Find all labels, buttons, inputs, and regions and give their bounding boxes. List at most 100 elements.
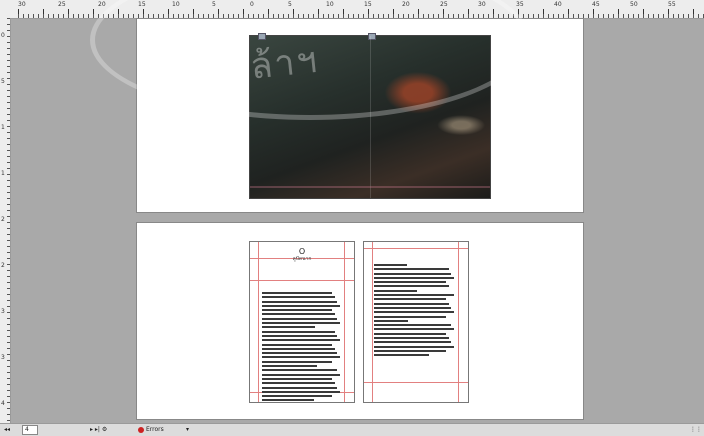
ruler-label: 35 bbox=[516, 1, 524, 8]
text-line bbox=[374, 319, 408, 322]
text-line bbox=[374, 268, 449, 271]
text-line bbox=[374, 298, 447, 301]
ruler-label: 55 bbox=[668, 1, 676, 8]
text-line bbox=[374, 341, 452, 344]
ruler-label: 45 bbox=[592, 1, 600, 8]
text-line bbox=[374, 337, 449, 340]
margin-guide bbox=[364, 382, 468, 383]
text-line bbox=[262, 330, 335, 333]
ruler-label: 40 bbox=[554, 1, 562, 8]
text-line bbox=[374, 324, 452, 327]
text-line bbox=[374, 354, 429, 357]
page-number-field[interactable]: 4 bbox=[22, 425, 38, 435]
cover-image[interactable] bbox=[249, 33, 491, 199]
text-line bbox=[374, 281, 447, 284]
spine-fold bbox=[370, 36, 371, 198]
spread-cover[interactable] bbox=[136, 18, 584, 213]
text-line bbox=[374, 315, 447, 318]
text-frame[interactable] bbox=[262, 292, 342, 404]
text-line bbox=[374, 289, 417, 292]
chapter-title: ลูปัดนาก bbox=[292, 256, 312, 262]
text-line bbox=[262, 377, 333, 380]
text-line bbox=[262, 390, 340, 393]
text-line bbox=[374, 345, 454, 348]
preflight-status[interactable]: Errors bbox=[138, 426, 164, 434]
ruler-label: 2 bbox=[1, 262, 5, 269]
text-line bbox=[374, 328, 454, 331]
spread-text[interactable]: O ลูปัดนาก bbox=[136, 222, 584, 420]
text-line bbox=[262, 322, 340, 325]
text-line bbox=[374, 332, 447, 335]
text-line bbox=[262, 304, 340, 307]
status-bar: ◂◂ 4 ▸ ▸| ⚙ Errors ▾ ⋮⋮ bbox=[0, 423, 704, 436]
text-line bbox=[374, 349, 447, 352]
ruler-label: 4 bbox=[1, 400, 5, 407]
margin-guide bbox=[258, 242, 259, 402]
text-line bbox=[262, 292, 333, 294]
text-line bbox=[262, 365, 318, 368]
text-line bbox=[374, 311, 454, 314]
margin-guide bbox=[250, 280, 354, 281]
chevron-down-icon[interactable]: ▾ bbox=[186, 426, 189, 434]
text-line bbox=[262, 352, 338, 355]
margin-guide bbox=[364, 248, 468, 249]
text-line bbox=[262, 309, 333, 312]
ruler-label: 25 bbox=[440, 1, 448, 8]
text-line bbox=[262, 339, 340, 342]
page-nav-controls[interactable]: ▸ ▸| ⚙ bbox=[90, 426, 107, 434]
margin-guide bbox=[372, 242, 373, 402]
preflight-label: Errors bbox=[146, 426, 164, 433]
margin-guide bbox=[344, 242, 345, 402]
page-left[interactable]: O ลูปัดนาก bbox=[249, 241, 355, 403]
ruler-label: 1 bbox=[1, 124, 5, 131]
margin-guide bbox=[458, 242, 459, 402]
text-line bbox=[374, 276, 454, 279]
ruler-label: 5 bbox=[288, 1, 292, 8]
text-line bbox=[374, 306, 452, 309]
ruler-label: 20 bbox=[98, 1, 106, 8]
text-line bbox=[374, 272, 452, 275]
ruler-ticks bbox=[18, 0, 704, 18]
ruler-label: 25 bbox=[58, 1, 66, 8]
text-line bbox=[374, 302, 449, 305]
ruler-label: 5 bbox=[1, 78, 5, 85]
chapter-number: O bbox=[298, 247, 306, 256]
text-line bbox=[262, 360, 333, 363]
text-line bbox=[374, 264, 407, 266]
ruler-label: 30 bbox=[18, 1, 26, 8]
frame-handle[interactable] bbox=[258, 33, 266, 40]
ruler-label: 1 bbox=[1, 170, 5, 177]
ruler-label: 20 bbox=[402, 1, 410, 8]
text-line bbox=[262, 347, 335, 350]
text-frame[interactable] bbox=[374, 264, 456, 359]
text-line bbox=[374, 294, 454, 297]
text-line bbox=[262, 334, 338, 337]
ruler-horizontal[interactable]: 30 25 20 15 10 5 0 5 10 15 20 25 30 35 4… bbox=[0, 0, 704, 19]
text-line bbox=[262, 356, 340, 359]
resize-grip-icon[interactable]: ⋮⋮ bbox=[690, 426, 702, 434]
text-line bbox=[262, 373, 340, 376]
ruler-label: 10 bbox=[172, 1, 180, 8]
text-line bbox=[262, 382, 335, 385]
ruler-label: 0 bbox=[250, 1, 254, 8]
page-prev-icon[interactable]: ◂◂ bbox=[4, 426, 10, 434]
ruler-label: 3 bbox=[1, 354, 5, 361]
text-line bbox=[262, 369, 338, 372]
ruler-vertical[interactable]: 0 5 1 1 2 2 3 3 4 bbox=[0, 18, 11, 423]
bleed-guide bbox=[250, 186, 490, 188]
text-line bbox=[374, 285, 449, 288]
text-line bbox=[262, 317, 338, 320]
ruler-label: 3 bbox=[1, 308, 5, 315]
text-line bbox=[262, 326, 315, 329]
page-right[interactable] bbox=[363, 241, 469, 403]
ruler-label: 0 bbox=[1, 32, 5, 39]
text-line bbox=[262, 296, 335, 299]
text-line bbox=[262, 399, 314, 402]
text-line bbox=[262, 300, 338, 303]
ruler-label: 50 bbox=[630, 1, 638, 8]
chapter-heading: O ลูปัดนาก bbox=[250, 247, 354, 263]
text-line bbox=[262, 343, 333, 346]
ruler-label: 10 bbox=[326, 1, 334, 8]
ruler-label: 15 bbox=[138, 1, 146, 8]
ruler-label: 15 bbox=[364, 1, 372, 8]
